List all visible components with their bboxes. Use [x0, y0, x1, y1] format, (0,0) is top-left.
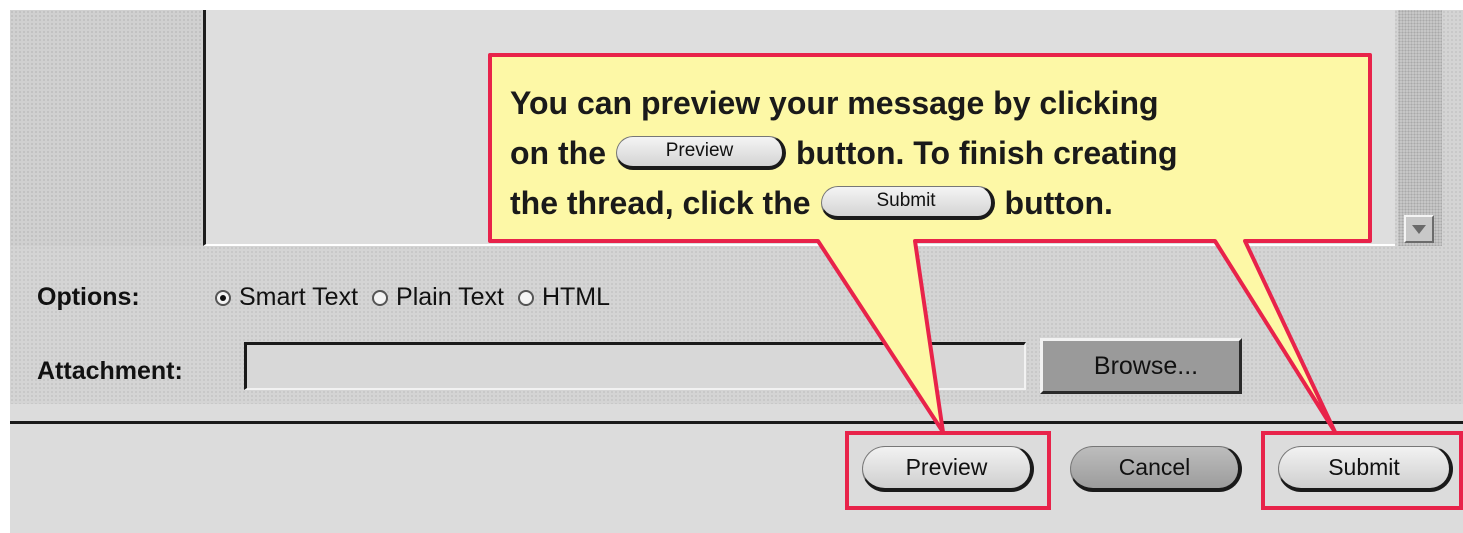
inline-submit-button-image: Submit: [820, 185, 995, 220]
callout-text-fragment: button.: [1004, 185, 1113, 221]
callout-line-3: the thread, click the Submit button.: [510, 178, 1370, 228]
callout-line-1: You can preview your message by clicking: [510, 85, 1159, 121]
callout-text-fragment: button. To finish creating: [795, 135, 1178, 171]
callout-line-2: on the Preview button. To finish creating: [510, 128, 1370, 178]
callout-text-fragment: on the: [510, 135, 606, 171]
callout-text-fragment: the thread, click the: [510, 185, 811, 221]
callout-text: You can preview your message by clicking…: [510, 78, 1370, 228]
inline-preview-button-image: Preview: [615, 135, 786, 170]
